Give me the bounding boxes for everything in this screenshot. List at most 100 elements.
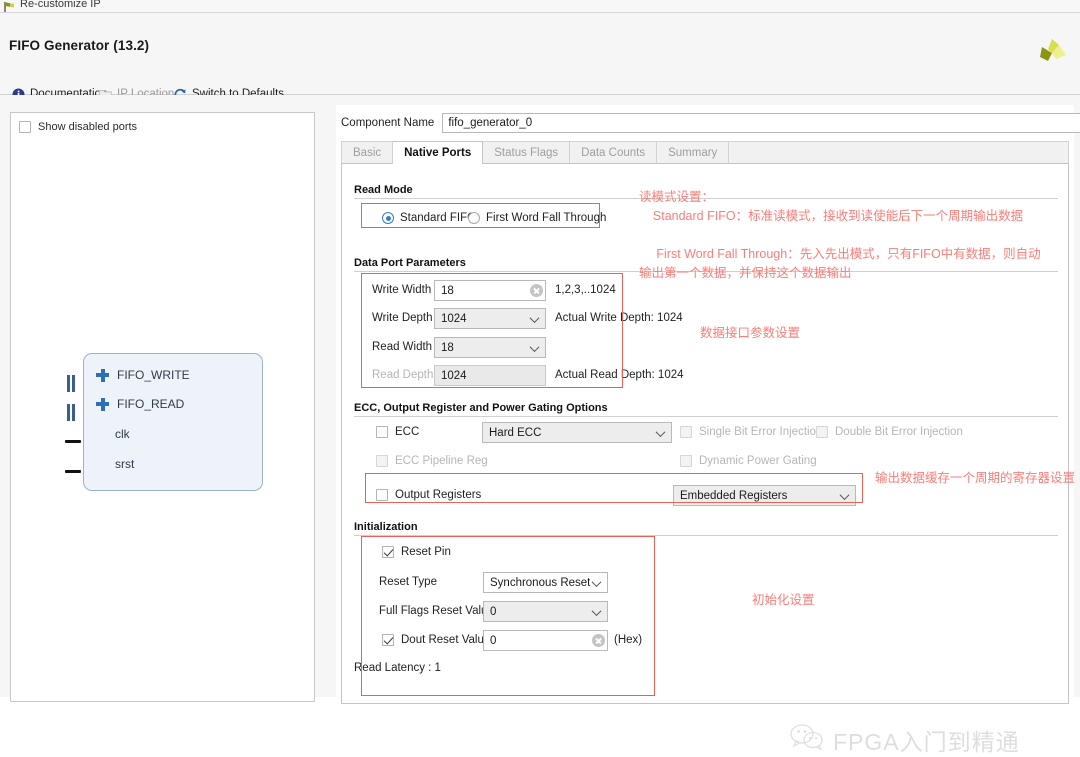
ecc-checkbox-label: ECC	[395, 426, 420, 438]
dynamic-power-gating-box	[680, 455, 692, 467]
show-disabled-ports-label: Show disabled ports	[38, 121, 138, 133]
write-depth-combo[interactable]: 1024	[434, 308, 546, 329]
window-titlebar: Re-customize IP	[0, 0, 1080, 13]
output-registers-combo[interactable]: Embedded Registers	[673, 485, 856, 506]
tab-bar: Basic Native Ports Status Flags Data Cou…	[341, 141, 1069, 164]
single-bit-error-injection-checkbox: Single Bit Error Injection	[680, 426, 822, 438]
reset-pin-label: Reset Pin	[401, 546, 451, 558]
tab-filler	[729, 141, 1069, 163]
chevron-down-icon	[657, 430, 665, 435]
symbol-port-label: FIFO_WRITE	[117, 368, 190, 382]
clear-icon[interactable]	[592, 634, 605, 647]
symbol-port-fifo-write: FIFO_WRITE	[96, 368, 190, 382]
output-registers-label: Output Registers	[395, 489, 482, 501]
dout-reset-value-checkbox[interactable]: Dout Reset Value	[382, 634, 490, 646]
symbol-port-label: FIFO_READ	[117, 397, 185, 411]
output-registers-checkbox[interactable]: Output Registers	[376, 489, 481, 501]
dout-reset-value-label: Dout Reset Value	[401, 634, 491, 646]
section-rule	[354, 535, 1058, 536]
annotation-text-output-registers: 输出数据缓存一个周期的寄存器设置	[875, 471, 1076, 485]
tab-native-ports[interactable]: Native Ports	[393, 141, 484, 164]
annotation-text-initialization: 初始化设置	[752, 593, 815, 607]
single-bit-error-injection-label: Single Bit Error Injection	[699, 426, 823, 438]
tab-summary[interactable]: Summary	[657, 141, 730, 163]
port-stub-clk	[65, 440, 81, 443]
clear-icon[interactable]	[530, 284, 543, 297]
dout-reset-value-input[interactable]: 0	[483, 630, 608, 651]
read-depth-input: 1024	[434, 365, 546, 386]
ip-symbol-panel: Show disabled ports FIFO_WRITE FIFO_READ…	[10, 112, 315, 702]
ecc-checkbox[interactable]: ECC	[376, 426, 419, 438]
chevron-down-icon	[593, 580, 601, 585]
port-stub-srst	[65, 470, 81, 473]
watermark: FPGA入门到精通	[790, 723, 1020, 757]
radio-first-word-fall-through-dot[interactable]	[468, 212, 480, 224]
reset-type-label: Reset Type	[379, 576, 437, 588]
expand-plus-icon[interactable]	[96, 368, 109, 382]
dout-reset-value-suffix: (Hex)	[614, 634, 643, 646]
tab-data-counts[interactable]: Data Counts	[570, 141, 658, 163]
component-name-input[interactable]	[442, 113, 1080, 133]
write-depth-hint: Actual Write Depth: 1024	[555, 312, 683, 324]
tab-label: Basic	[353, 146, 382, 159]
app-header: FIFO Generator (13.2) Documentation IP L…	[0, 13, 1080, 101]
body-area: Show disabled ports FIFO_WRITE FIFO_READ…	[0, 95, 1080, 755]
reset-pin-box[interactable]	[382, 546, 394, 558]
reset-pin-checkbox[interactable]: Reset Pin	[382, 546, 451, 558]
ecc-pipeline-reg-checkbox: ECC Pipeline Reg	[376, 455, 488, 467]
reset-type-value: Synchronous Reset	[490, 577, 591, 589]
write-depth-value: 1024	[441, 313, 467, 325]
full-flags-reset-value-label: Full Flags Reset Value	[379, 605, 494, 617]
page-title: FIFO Generator (13.2)	[9, 38, 150, 53]
tab-status-flags[interactable]: Status Flags	[483, 141, 571, 163]
tab-basic[interactable]: Basic	[341, 141, 394, 163]
radio-first-word-fall-through[interactable]: First Word Fall Through	[468, 212, 606, 224]
annotation-text-read-mode: 读模式设置： Standard FIFO：标准读模式，接收到读使能后下一个周期输…	[639, 190, 1041, 280]
tab-label: Summary	[668, 146, 718, 159]
ecc-pipeline-reg-label: ECC Pipeline Reg	[395, 455, 488, 467]
dynamic-power-gating-checkbox: Dynamic Power Gating	[680, 455, 817, 467]
full-flags-reset-value-combo[interactable]: 0	[483, 601, 608, 622]
dout-reset-value-box[interactable]	[382, 634, 394, 646]
section-rule	[354, 416, 1058, 417]
xilinx-flag-icon	[4, 0, 17, 12]
ecc-checkbox-box[interactable]	[376, 426, 388, 438]
tab-label: Native Ports	[404, 147, 472, 159]
full-flags-reset-value: 0	[490, 606, 497, 618]
output-registers-box[interactable]	[376, 489, 388, 501]
symbol-port-clk: clk	[115, 427, 130, 441]
double-bit-error-injection-checkbox: Double Bit Error Injection	[816, 426, 963, 438]
radio-first-word-fall-through-label: First Word Fall Through	[486, 212, 607, 224]
show-disabled-ports-checkbox[interactable]: Show disabled ports	[19, 121, 137, 133]
section-title-read-mode: Read Mode	[354, 184, 418, 196]
tab-label: Data Counts	[581, 146, 646, 159]
chevron-down-icon	[531, 316, 539, 321]
port-stub-fifo-write	[67, 375, 78, 392]
radio-standard-fifo-dot[interactable]	[382, 212, 394, 224]
radio-standard-fifo-label: Standard FIFO	[400, 212, 477, 224]
show-disabled-ports-box[interactable]	[19, 121, 31, 133]
double-bit-error-injection-label: Double Bit Error Injection	[835, 426, 963, 438]
chevron-down-icon	[531, 345, 539, 350]
section-title-data-port: Data Port Parameters	[354, 257, 471, 269]
read-width-value: 18	[441, 342, 454, 354]
output-registers-value: Embedded Registers	[680, 490, 788, 502]
read-depth-hint: Actual Read Depth: 1024	[555, 369, 684, 381]
component-name-label: Component Name	[341, 117, 435, 129]
read-depth-label: Read Depth	[372, 369, 434, 381]
radio-standard-fifo[interactable]: Standard FIFO	[382, 212, 476, 224]
ecc-pipeline-reg-box	[376, 455, 388, 467]
section-title-ecc: ECC, Output Register and Power Gating Op…	[354, 402, 613, 414]
read-width-combo[interactable]: 18	[434, 337, 546, 358]
double-bit-error-injection-box	[816, 426, 828, 438]
expand-plus-icon[interactable]	[96, 397, 109, 411]
symbol-port-label: clk	[115, 427, 130, 441]
ecc-type-combo[interactable]: Hard ECC	[482, 422, 672, 443]
single-bit-error-injection-box	[680, 426, 692, 438]
port-stub-fifo-read	[67, 404, 78, 421]
window-title: Re-customize IP	[20, 0, 101, 10]
reset-type-combo[interactable]: Synchronous Reset	[483, 572, 608, 593]
symbol-port-srst: srst	[115, 457, 134, 471]
fifo-symbol-block: FIFO_WRITE FIFO_READ clk srst	[83, 353, 263, 491]
write-width-hint: 1,2,3,..1024	[555, 284, 616, 296]
